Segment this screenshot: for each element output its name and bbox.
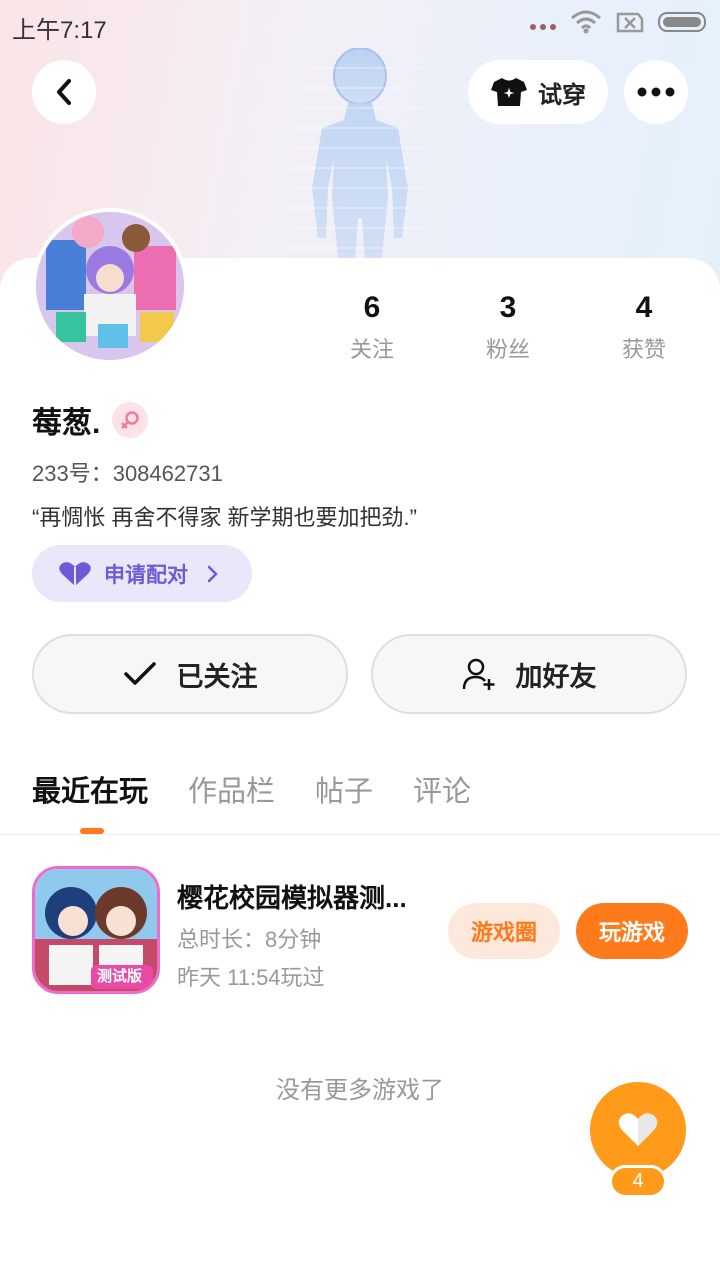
wifi-icon <box>571 10 601 34</box>
pair-request-button[interactable]: 申请配对 <box>32 545 252 602</box>
add-friend-button[interactable]: 加好友 <box>371 634 687 714</box>
heart-icon <box>618 1113 658 1146</box>
game-last-played: 昨天 11:54玩过 <box>177 965 325 990</box>
chevron-right-icon <box>207 565 218 582</box>
avatar-hologram <box>290 48 430 278</box>
heart-pair-icon <box>59 561 91 586</box>
no-sim-icon <box>616 12 644 33</box>
stat-label: 获赞 <box>621 337 666 362</box>
followed-label: 已关注 <box>176 661 258 692</box>
profile-stats: 6 关注 3 粉丝 4 获赞 <box>304 290 712 370</box>
avatar-illustration <box>36 212 184 360</box>
try-on-button[interactable]: 试穿 <box>468 60 608 124</box>
battery-icon <box>658 12 706 32</box>
try-on-label: 试穿 <box>538 81 586 109</box>
user-bio: “再惆怅 再舍不得家 新学期也要加把劲.” <box>32 505 417 530</box>
game-icon-badge: 测试版 <box>97 968 143 985</box>
game-icon[interactable]: 测试版 <box>32 866 160 994</box>
game-list-item[interactable]: 测试版 樱花校园模拟器测... 总时长：8分钟 昨天 11:54玩过 游戏圈 玩… <box>32 866 688 996</box>
status-bar: 上午7:17 <box>0 0 720 50</box>
tab-recent-playing[interactable]: 最近在玩 <box>32 768 148 810</box>
like-button[interactable] <box>590 1082 686 1178</box>
signal-dots-icon <box>530 24 556 30</box>
divider <box>0 834 720 835</box>
profile-tabs: 最近在玩 作品栏 帖子 评论 <box>32 768 471 810</box>
followed-button[interactable]: 已关注 <box>32 634 348 714</box>
game-duration: 总时长：8分钟 <box>177 927 322 952</box>
stat-value: 6 <box>363 291 381 324</box>
chevron-left-icon <box>57 79 71 105</box>
avatar[interactable] <box>32 208 188 364</box>
user-id: 233号：308462731 <box>32 461 223 486</box>
game-circle-button[interactable]: 游戏圈 <box>448 903 560 959</box>
add-friend-label: 加好友 <box>515 661 597 692</box>
stat-label: 关注 <box>349 337 394 362</box>
pair-request-label: 申请配对 <box>104 563 188 587</box>
stat-likes[interactable]: 4 获赞 <box>576 290 712 370</box>
like-count: 4 <box>609 1165 667 1198</box>
nickname-row: 莓葱. <box>32 398 149 442</box>
tab-posts[interactable]: 帖子 <box>315 768 373 810</box>
stat-value: 3 <box>499 291 517 324</box>
tab-comments[interactable]: 评论 <box>413 768 471 810</box>
more-button[interactable] <box>624 60 688 124</box>
check-icon <box>123 662 156 685</box>
stat-following[interactable]: 6 关注 <box>304 290 440 370</box>
status-icons <box>530 10 708 34</box>
stat-label: 粉丝 <box>485 337 530 362</box>
game-title: 樱花校园模拟器测... <box>177 883 407 913</box>
status-time: 上午7:17 <box>12 17 107 44</box>
play-game-button[interactable]: 玩游戏 <box>576 903 688 959</box>
stat-value: 4 <box>635 291 653 324</box>
tshirt-icon <box>491 78 527 106</box>
tab-works[interactable]: 作品栏 <box>188 768 275 810</box>
more-dots-icon <box>637 87 675 97</box>
back-button[interactable] <box>32 60 96 124</box>
female-icon <box>112 402 149 438</box>
nickname: 莓葱. <box>32 407 101 440</box>
stat-followers[interactable]: 3 粉丝 <box>440 290 576 370</box>
add-user-icon <box>462 658 494 690</box>
